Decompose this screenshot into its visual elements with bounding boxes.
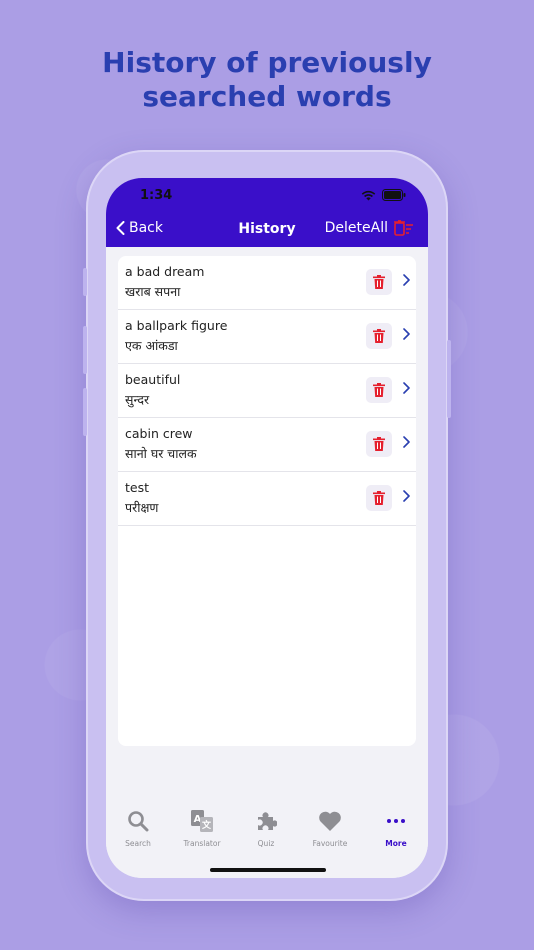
tab-label: Translator bbox=[183, 839, 221, 848]
history-word: beautiful bbox=[125, 372, 181, 387]
delete-item-button[interactable] bbox=[366, 269, 392, 295]
chevron-right-icon[interactable] bbox=[403, 328, 410, 340]
translate-icon: A 文 bbox=[191, 810, 213, 832]
delete-all-button[interactable]: DeleteAll bbox=[325, 220, 414, 236]
history-word: test bbox=[125, 480, 150, 495]
delete-all-icon bbox=[394, 220, 413, 236]
tab-search[interactable]: Search bbox=[106, 810, 170, 848]
chevron-right-icon[interactable] bbox=[403, 436, 410, 448]
history-meaning: एक आंकडा bbox=[125, 338, 178, 353]
headline-line-2: searched words bbox=[142, 80, 392, 113]
headline-line-1: History of previously bbox=[102, 46, 432, 79]
chevron-right-icon[interactable] bbox=[403, 490, 410, 502]
puzzle-icon bbox=[258, 812, 278, 830]
navigation-bar: Back History DeleteAll bbox=[106, 218, 428, 244]
delete-item-button[interactable] bbox=[366, 431, 392, 457]
tab-more[interactable]: More bbox=[364, 810, 428, 848]
home-indicator bbox=[210, 868, 326, 872]
phone-volume-down bbox=[83, 388, 87, 436]
tab-label: Search bbox=[125, 839, 151, 848]
tab-translator[interactable]: A 文 Translator bbox=[170, 810, 234, 848]
delete-item-button[interactable] bbox=[366, 377, 392, 403]
history-meaning: सुन्दर bbox=[125, 392, 150, 407]
history-row[interactable]: beautiful सुन्दर bbox=[118, 364, 416, 418]
history-word: cabin crew bbox=[125, 426, 193, 441]
tab-favourite[interactable]: Favourite bbox=[298, 810, 362, 848]
phone-screen: 1:34 Back History DeleteAll a bad dream … bbox=[106, 178, 428, 878]
phone-frame: 1:34 Back History DeleteAll a bad dream … bbox=[83, 150, 451, 901]
history-row[interactable]: a ballpark figure एक आंकडा bbox=[118, 310, 416, 364]
app-header: 1:34 Back History DeleteAll bbox=[106, 178, 428, 247]
tab-quiz[interactable]: Quiz bbox=[234, 810, 298, 848]
wifi-icon bbox=[361, 190, 376, 200]
status-icons bbox=[361, 189, 406, 201]
history-row[interactable]: cabin crew सानो घर चालक bbox=[118, 418, 416, 472]
chevron-right-icon[interactable] bbox=[403, 274, 410, 286]
phone-volume-up bbox=[83, 326, 87, 374]
svg-text:文: 文 bbox=[201, 819, 212, 831]
heart-icon bbox=[319, 811, 341, 831]
tab-label: More bbox=[385, 839, 407, 848]
phone-power-button bbox=[447, 340, 451, 418]
trash-icon bbox=[373, 329, 385, 343]
headline: History of previously searched words bbox=[0, 46, 534, 114]
tab-label: Quiz bbox=[257, 839, 275, 848]
phone-mute-switch bbox=[83, 268, 87, 296]
history-word: a bad dream bbox=[125, 264, 205, 279]
trash-icon bbox=[373, 491, 385, 505]
trash-icon bbox=[373, 437, 385, 451]
status-time: 1:34 bbox=[140, 188, 173, 203]
trash-icon bbox=[373, 275, 385, 289]
history-list: a bad dream खराब सपना a ballpark figure … bbox=[118, 256, 416, 746]
more-icon bbox=[387, 819, 405, 823]
tab-label: Favourite bbox=[312, 839, 348, 848]
history-meaning: सानो घर चालक bbox=[125, 446, 197, 461]
history-row[interactable]: test परीक्षण bbox=[118, 472, 416, 526]
tab-bar: Search A 文 Translator Quiz Favourite Mor… bbox=[106, 798, 428, 878]
history-row[interactable]: a bad dream खराब सपना bbox=[118, 256, 416, 310]
history-word: a ballpark figure bbox=[125, 318, 228, 333]
history-meaning: परीक्षण bbox=[125, 500, 159, 515]
search-icon bbox=[128, 811, 149, 832]
chevron-right-icon[interactable] bbox=[403, 382, 410, 394]
delete-item-button[interactable] bbox=[366, 323, 392, 349]
delete-item-button[interactable] bbox=[366, 485, 392, 511]
delete-all-label: DeleteAll bbox=[324, 220, 388, 236]
trash-icon bbox=[373, 383, 385, 397]
history-meaning: खराब सपना bbox=[125, 284, 181, 299]
battery-icon bbox=[382, 189, 406, 201]
